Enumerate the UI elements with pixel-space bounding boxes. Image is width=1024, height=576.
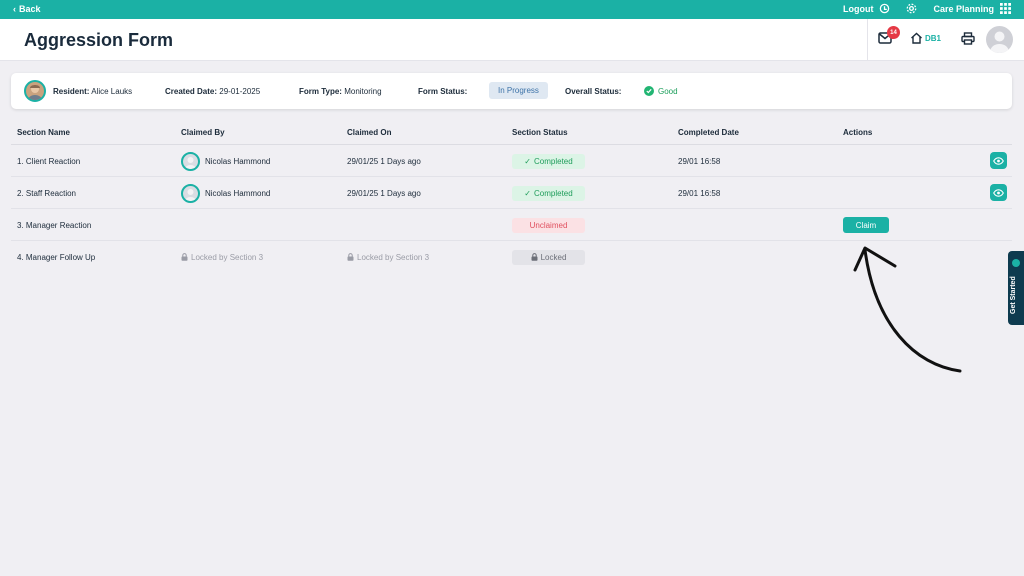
- view-button[interactable]: [990, 152, 1007, 169]
- claimer-avatar: [181, 151, 200, 171]
- status-badge: ✓ Completed: [512, 153, 585, 169]
- status-badge-label: Completed: [534, 188, 573, 198]
- claimed-by-name: Nicolas Hammond: [205, 188, 271, 198]
- section-name: 2. Staff Reaction: [17, 188, 76, 198]
- status-badge-label: Unclaimed: [529, 220, 568, 230]
- table-header: Section Name Claimed By Claimed On Secti…: [11, 122, 1012, 145]
- view-button[interactable]: [990, 184, 1007, 201]
- chevron-left-icon: ‹: [13, 4, 16, 14]
- claimed-on: 29/01/25 1 Days ago: [347, 156, 421, 166]
- column-header-section-status: Section Status: [512, 128, 568, 137]
- lock-icon: [347, 253, 354, 261]
- eye-icon: [993, 188, 1004, 197]
- overall-status-value: Good: [644, 86, 678, 96]
- column-header-actions: Actions: [843, 128, 873, 137]
- resident-value: Alice Lauks: [91, 87, 133, 96]
- logout-icon[interactable]: [879, 3, 890, 14]
- status-badge: Unclaimed: [512, 217, 585, 233]
- back-link[interactable]: ‹ Back: [13, 4, 41, 14]
- section-status-cell: ✓ Completed: [512, 145, 585, 177]
- locked-note: Locked by Section 3: [347, 253, 429, 262]
- locked-note: Locked by Section 3: [181, 253, 263, 262]
- claimed-by-cell: Nicolas Hammond: [181, 145, 270, 177]
- get-started-label: Get Started: [1010, 276, 1017, 314]
- claim-button[interactable]: Claim: [843, 217, 889, 233]
- top-bar: ‹ Back Logout Care Planning: [0, 0, 1024, 19]
- user-avatar[interactable]: [986, 26, 1013, 53]
- status-badge-label: Locked: [540, 252, 567, 262]
- printer-icon[interactable]: [961, 32, 975, 45]
- form-type-value: Monitoring: [344, 87, 382, 96]
- completed-date: 29/01 16:58: [678, 156, 721, 166]
- section-status-cell: ✓ Completed: [512, 177, 585, 209]
- home-icon: [911, 32, 922, 44]
- eye-icon: [993, 156, 1004, 165]
- form-info-card: Resident: Alice Lauks Created Date: 29-0…: [11, 73, 1012, 109]
- overall-status-field: Overall Status:: [565, 87, 621, 96]
- table-row: 1. Client Reaction Nicolas Hammond 29/01…: [11, 145, 1012, 177]
- gear-icon[interactable]: [906, 3, 917, 14]
- home-link[interactable]: DB1: [910, 32, 941, 44]
- table-row: 3. Manager Reaction Unclaimed Claim: [11, 209, 1012, 241]
- column-header-section-name: Section Name: [17, 128, 70, 137]
- section-name: 4. Manager Follow Up: [17, 252, 96, 262]
- page-header: Aggression Form 14 DB1: [0, 19, 1024, 61]
- check-circle-icon: [644, 86, 654, 96]
- resident-avatar: [24, 80, 46, 102]
- column-header-completed-date: Completed Date: [678, 128, 739, 137]
- lock-icon: [181, 253, 188, 261]
- resident-label: Resident:: [53, 87, 90, 96]
- get-started-tab[interactable]: Get Started: [1008, 251, 1024, 325]
- back-label: Back: [19, 4, 41, 14]
- claimed-by-name: Nicolas Hammond: [205, 156, 271, 166]
- app-switcher-label[interactable]: Care Planning: [933, 4, 994, 14]
- form-type-field: Form Type: Monitoring: [299, 87, 382, 96]
- overall-status-label: Overall Status:: [565, 87, 622, 96]
- section-status-cell: Locked: [512, 241, 585, 273]
- claimed-on: 29/01/25 1 Days ago: [347, 188, 421, 198]
- section-name: 1. Client Reaction: [17, 156, 81, 166]
- created-date-label: Created Date:: [165, 87, 218, 96]
- lock-icon: [531, 253, 538, 261]
- column-header-claimed-by: Claimed By: [181, 128, 225, 137]
- info-icon: [1012, 259, 1020, 267]
- status-badge: Locked: [512, 249, 585, 265]
- claimed-by-cell: Locked by Section 3: [181, 241, 263, 273]
- header-divider: [867, 19, 868, 61]
- check-icon: ✓: [524, 188, 531, 198]
- form-status-field: Form Status:: [418, 87, 467, 96]
- claimer-avatar: [181, 183, 200, 203]
- page-title: Aggression Form: [24, 30, 174, 50]
- annotation-arrow-icon: [853, 246, 962, 373]
- completed-date: 29/01 16:58: [678, 188, 721, 198]
- form-type-label: Form Type:: [299, 87, 342, 96]
- locked-note-text: Locked by Section 3: [191, 252, 264, 262]
- column-header-claimed-on: Claimed On: [347, 128, 392, 137]
- logout-link[interactable]: Logout: [843, 4, 874, 14]
- mail-count-badge: 14: [887, 26, 900, 39]
- grid-icon[interactable]: [1000, 3, 1011, 14]
- top-bar-actions: Logout Care Planning: [843, 3, 1011, 14]
- table-row: 2. Staff Reaction Nicolas Hammond 29/01/…: [11, 177, 1012, 209]
- locked-note-text: Locked by Section 3: [357, 252, 430, 262]
- check-icon: ✓: [524, 156, 531, 166]
- status-badge-label: Completed: [534, 156, 573, 166]
- created-date-value: 29-01-2025: [219, 87, 261, 96]
- section-status-cell: Unclaimed: [512, 209, 585, 241]
- claimed-by-cell: Nicolas Hammond: [181, 177, 270, 209]
- form-status-badge: In Progress: [489, 82, 548, 99]
- home-label: DB1: [925, 33, 942, 43]
- section-name: 3. Manager Reaction: [17, 220, 92, 230]
- created-date-field: Created Date: 29-01-2025: [165, 87, 260, 96]
- status-badge: ✓ Completed: [512, 185, 585, 201]
- resident-field: Resident: Alice Lauks: [53, 87, 132, 96]
- overall-status-text: Good: [658, 86, 678, 96]
- form-status-label: Form Status:: [418, 87, 468, 96]
- claimed-on-cell: Locked by Section 3: [347, 241, 429, 273]
